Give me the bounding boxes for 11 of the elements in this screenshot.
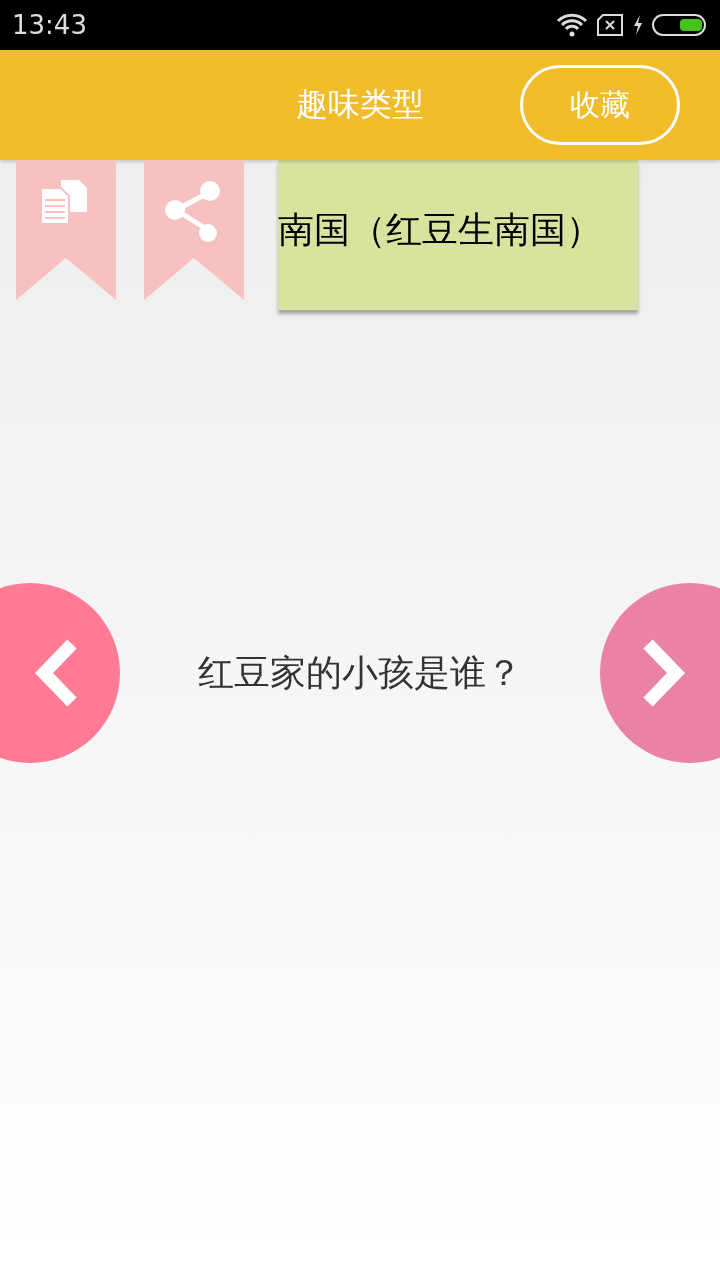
favorite-button[interactable]: 收藏 <box>520 65 680 145</box>
share-button[interactable] <box>144 160 244 300</box>
question-text: 红豆家的小孩是谁？ <box>198 650 522 695</box>
status-time: 13:43 <box>12 10 87 40</box>
no-sim-icon <box>596 14 624 36</box>
copy-button[interactable] <box>16 160 116 300</box>
battery-icon <box>652 13 708 37</box>
wifi-icon <box>556 13 588 37</box>
charging-icon <box>632 14 644 36</box>
page-title: 趣味类型 <box>296 84 424 125</box>
answer-text: 南国（红豆生南国） <box>278 207 602 252</box>
